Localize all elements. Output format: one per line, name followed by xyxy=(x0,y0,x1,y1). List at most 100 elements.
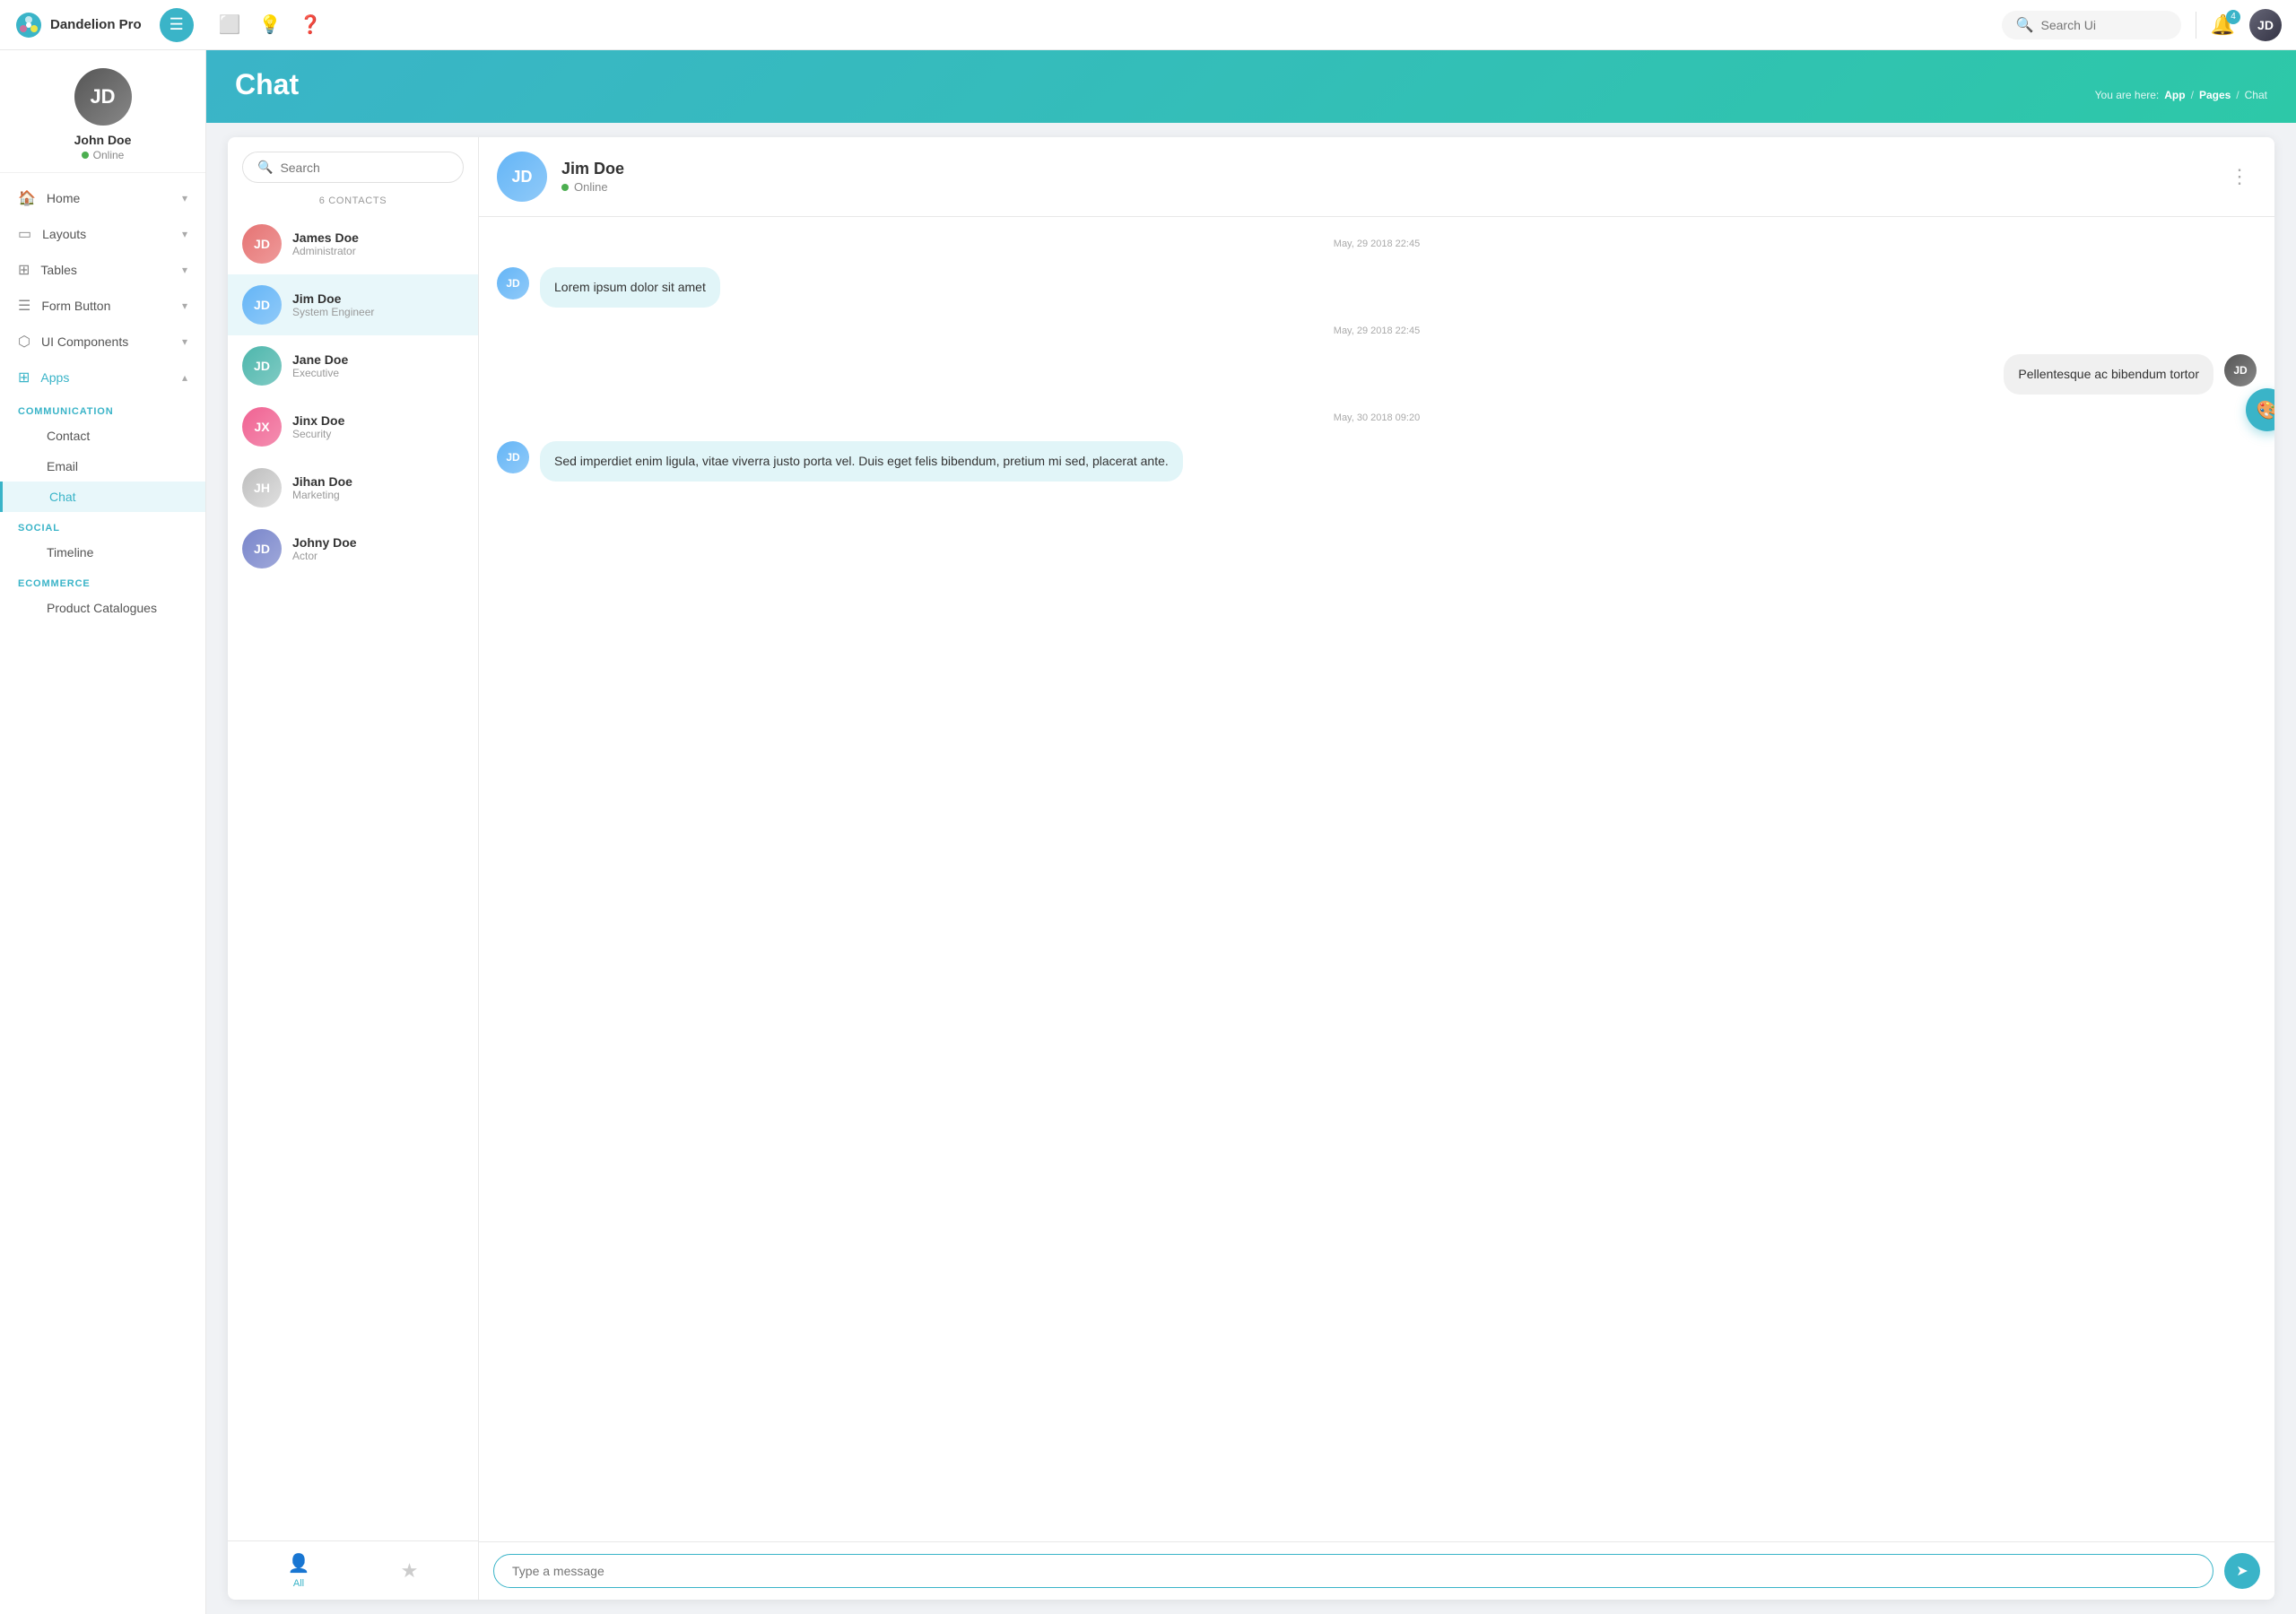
user-avatar[interactable]: JD xyxy=(2249,9,2282,41)
contact-name: Jihan Doe xyxy=(292,474,464,489)
contact-avatar: JH xyxy=(242,468,282,508)
chat-status-label: Online xyxy=(574,180,608,194)
sidebar-item-form-button[interactable]: ☰ Form Button ▾ xyxy=(0,288,205,324)
logo-icon xyxy=(14,11,43,39)
content-area: Chat You are here: App / Pages / Chat 🔍 xyxy=(206,50,2296,1614)
contacts-footer: 👤 All ★ xyxy=(228,1540,478,1600)
search-icon: 🔍 xyxy=(2016,16,2034,34)
hamburger-icon: ☰ xyxy=(170,15,184,34)
breadcrumb-current: Chat xyxy=(2245,89,2267,101)
more-options-icon[interactable]: ⋮ xyxy=(2222,161,2257,192)
sidebar-item-timeline[interactable]: Timeline xyxy=(0,537,205,568)
contact-item[interactable]: JX Jinx Doe Security xyxy=(228,396,478,457)
page-header: Chat You are here: App / Pages / Chat xyxy=(206,50,2296,123)
sidebar-item-ui-components[interactable]: ⬡ UI Components ▾ xyxy=(0,324,205,360)
question-icon[interactable]: ❓ xyxy=(300,13,322,36)
chevron-down-icon: ▾ xyxy=(182,264,187,276)
notification-button[interactable]: 🔔 4 xyxy=(2211,13,2235,37)
app-title: Dandelion Pro xyxy=(50,17,142,32)
contact-avatar: JX xyxy=(242,407,282,447)
chat-status-dot xyxy=(561,184,569,191)
contact-name: Jane Doe xyxy=(292,352,464,367)
sidebar-item-layouts[interactable]: ▭ Layouts ▾ xyxy=(0,216,205,252)
contact-name: Johny Doe xyxy=(292,535,464,550)
sidebar-item-tables[interactable]: ⊞ Tables ▾ xyxy=(0,252,205,288)
contact-item[interactable]: JH Jihan Doe Marketing xyxy=(228,457,478,518)
message-avatar: JD xyxy=(2224,354,2257,386)
sidebar-profile: JD John Doe Online xyxy=(0,50,205,173)
global-search-input[interactable] xyxy=(2041,18,2167,32)
screen-icon[interactable]: ⬜ xyxy=(219,13,241,36)
message-timestamp: May, 29 2018 22:45 xyxy=(497,325,2257,336)
home-icon: 🏠 xyxy=(18,189,36,207)
contact-role: Executive xyxy=(292,367,464,379)
sidebar-item-home-label: Home xyxy=(47,191,80,205)
profile-status: Online xyxy=(82,149,125,161)
sidebar-item-contact[interactable]: Contact xyxy=(0,421,205,451)
section-label-communication: COMMUNICATION xyxy=(0,395,205,421)
profile-name: John Doe xyxy=(74,133,132,147)
sidebar-item-product-catalogues[interactable]: Product Catalogues xyxy=(0,593,205,623)
contact-info: Jane Doe Executive xyxy=(292,352,464,379)
hamburger-button[interactable]: ☰ xyxy=(160,8,194,42)
contact-role: Actor xyxy=(292,550,464,562)
status-dot xyxy=(82,152,89,159)
contacts-tab-all-label: All xyxy=(293,1578,304,1589)
favorites-star-icon[interactable]: ★ xyxy=(401,1559,419,1583)
message-timestamp: May, 30 2018 09:20 xyxy=(497,412,2257,423)
message-avatar: JD xyxy=(497,267,529,299)
contact-item[interactable]: JD Jane Doe Executive xyxy=(228,335,478,396)
logo[interactable]: Dandelion Pro xyxy=(14,11,142,39)
chat-contact-name: Jim Doe xyxy=(561,160,2208,178)
sidebar-nav: 🏠 Home ▾ ▭ Layouts ▾ ⊞ Tables ▾ xyxy=(0,173,205,1614)
chat-messages: May, 29 2018 22:45 JD Lorem ipsum dolor … xyxy=(479,217,2274,1541)
breadcrumb-you-are-here: You are here: xyxy=(2095,89,2160,101)
chat-panel: 🎨 JD Jim Doe Online ⋮ xyxy=(479,137,2274,1600)
breadcrumb-sep1: / xyxy=(2191,89,2194,101)
message-bubble: Pellentesque ac bibendum tortor xyxy=(2004,354,2213,395)
contact-item[interactable]: JD Jim Doe System Engineer xyxy=(228,274,478,335)
sidebar-item-tables-label: Tables xyxy=(40,263,76,277)
sidebar-item-apps-label: Apps xyxy=(40,370,69,385)
contacts-panel: 🔍 6 CONTACTS JD James Doe Administrator xyxy=(228,137,479,1600)
layouts-icon: ▭ xyxy=(18,225,31,243)
form-icon: ☰ xyxy=(18,297,30,315)
sidebar-item-layouts-label: Layouts xyxy=(42,227,86,241)
global-search-bar[interactable]: 🔍 xyxy=(2002,11,2181,39)
contact-info: Jim Doe System Engineer xyxy=(292,291,464,318)
notification-badge: 4 xyxy=(2226,10,2240,24)
contacts-tab-all[interactable]: 👤 All xyxy=(288,1552,310,1589)
sidebar-item-email[interactable]: Email xyxy=(0,451,205,482)
contact-role: System Engineer xyxy=(292,306,464,318)
send-button[interactable]: ➤ xyxy=(2224,1553,2260,1589)
search-icon: 🔍 xyxy=(257,160,273,175)
bulb-icon[interactable]: 💡 xyxy=(259,13,282,36)
contact-info: Jihan Doe Marketing xyxy=(292,474,464,501)
sidebar-item-apps[interactable]: ⊞ Apps ▴ xyxy=(0,360,205,395)
contact-avatar: JD xyxy=(242,224,282,264)
breadcrumb-pages-link[interactable]: Pages xyxy=(2199,89,2231,101)
contact-avatar: JD xyxy=(242,346,282,386)
contact-name: Jim Doe xyxy=(292,291,464,306)
contact-item[interactable]: JD Johny Doe Actor xyxy=(228,518,478,579)
breadcrumb-app-link[interactable]: App xyxy=(2164,89,2185,101)
contacts-search-box[interactable]: 🔍 xyxy=(242,152,464,183)
chat-header-info: Jim Doe Online xyxy=(561,160,2208,194)
contact-role: Administrator xyxy=(292,245,464,257)
sidebar-item-chat[interactable]: Chat xyxy=(0,482,205,512)
contact-item[interactable]: JD James Doe Administrator xyxy=(228,213,478,274)
section-label-ecommerce: ECOMMERCE xyxy=(0,568,205,593)
chevron-down-icon: ▾ xyxy=(182,192,187,204)
contact-info: Jinx Doe Security xyxy=(292,413,464,440)
chat-message-input[interactable] xyxy=(493,1554,2213,1588)
contacts-search-input[interactable] xyxy=(280,161,448,175)
sidebar-item-home[interactable]: 🏠 Home ▾ xyxy=(0,180,205,216)
contact-name: Jinx Doe xyxy=(292,413,464,428)
contact-info: Johny Doe Actor xyxy=(292,535,464,562)
paint-icon: 🎨 xyxy=(2257,399,2274,421)
tables-icon: ⊞ xyxy=(18,261,30,279)
breadcrumb-sep2: / xyxy=(2236,89,2239,101)
apps-icon: ⊞ xyxy=(18,369,30,386)
chat-header: JD Jim Doe Online ⋮ xyxy=(479,137,2274,217)
person-icon: 👤 xyxy=(288,1552,310,1575)
